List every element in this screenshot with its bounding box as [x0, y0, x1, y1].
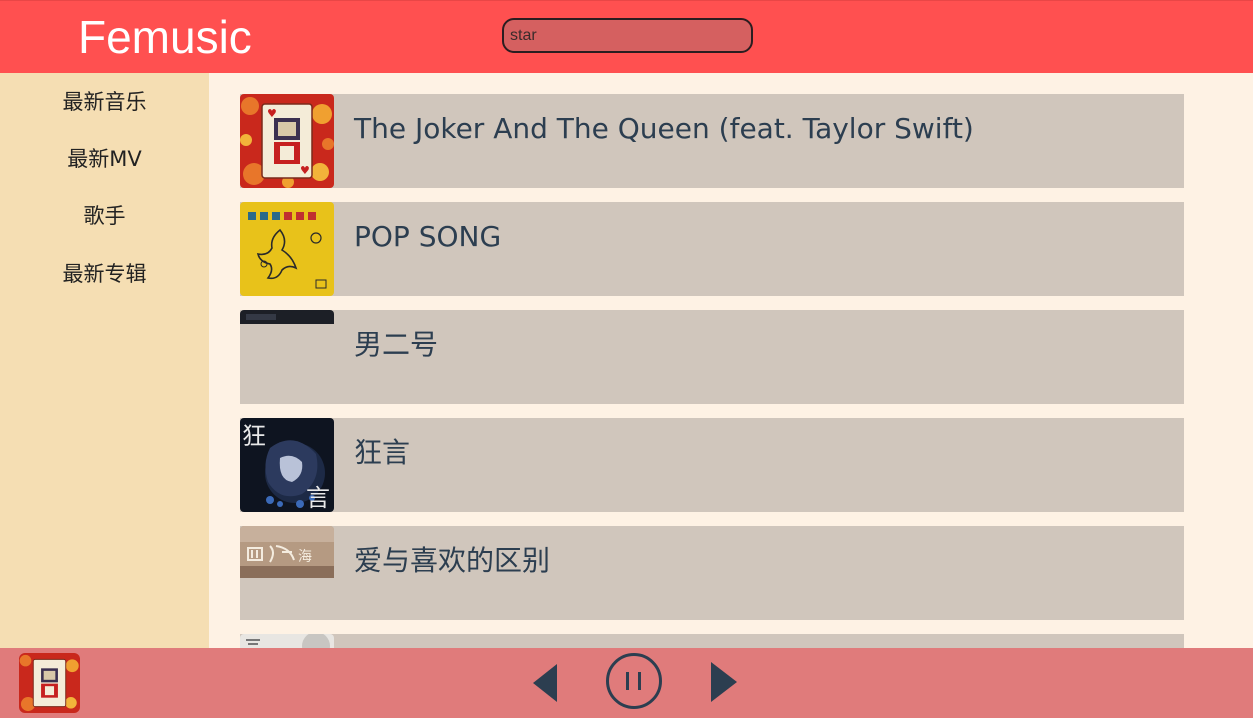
next-icon[interactable] [711, 662, 737, 706]
song-row[interactable] [240, 634, 1184, 648]
song-row[interactable]: POP SONG [240, 202, 1184, 296]
sihai-cover: 海 [240, 526, 334, 620]
search-input[interactable] [502, 18, 753, 53]
song-title: POP SONG [354, 220, 502, 253]
sidebar-item-singers[interactable]: 歌手 [0, 201, 209, 231]
song-title: The Joker And The Queen (feat. Taylor Sw… [354, 112, 974, 145]
svg-text:♥: ♥ [300, 164, 310, 177]
previous-icon[interactable] [533, 664, 559, 706]
dark-cover [240, 310, 334, 404]
pop-song-yellow-cover [240, 202, 334, 296]
song-title: 狂言 [354, 436, 411, 469]
pause-icon[interactable] [605, 652, 663, 714]
song-row[interactable]: 海 爱与喜欢的区别 [240, 526, 1184, 620]
sidebar-item-latest-albums[interactable]: 最新专辑 [0, 259, 209, 289]
player-bar [0, 648, 1253, 718]
sidebar-nav: 最新音乐 最新MV 歌手 最新专辑 [0, 73, 209, 648]
kuangyan-anime-cover: 狂 言 [240, 418, 334, 512]
song-row[interactable]: ♥ ♥ The Joker And The Queen (feat. Taylo… [240, 94, 1184, 188]
sidebar-item-latest-music[interactable]: 最新音乐 [0, 87, 209, 117]
svg-text:言: 言 [306, 484, 330, 512]
song-title: 男二号 [354, 328, 439, 361]
joker-queen-card-cover: ♥ ♥ [240, 94, 334, 188]
svg-text:狂: 狂 [242, 422, 266, 450]
grey-cover [240, 634, 334, 648]
svg-text:海: 海 [298, 549, 312, 565]
song-row[interactable]: 狂 言 狂言 [240, 418, 1184, 512]
song-title: 爱与喜欢的区别 [354, 544, 551, 577]
now-playing-cover[interactable] [19, 653, 80, 713]
sidebar-item-latest-mv[interactable]: 最新MV [0, 144, 209, 174]
app-title: Femusic [78, 11, 252, 63]
top-header: Femusic [0, 0, 1253, 73]
song-row[interactable]: 男二号 [240, 310, 1184, 404]
song-list: ♥ ♥ The Joker And The Queen (feat. Taylo… [240, 94, 1184, 648]
